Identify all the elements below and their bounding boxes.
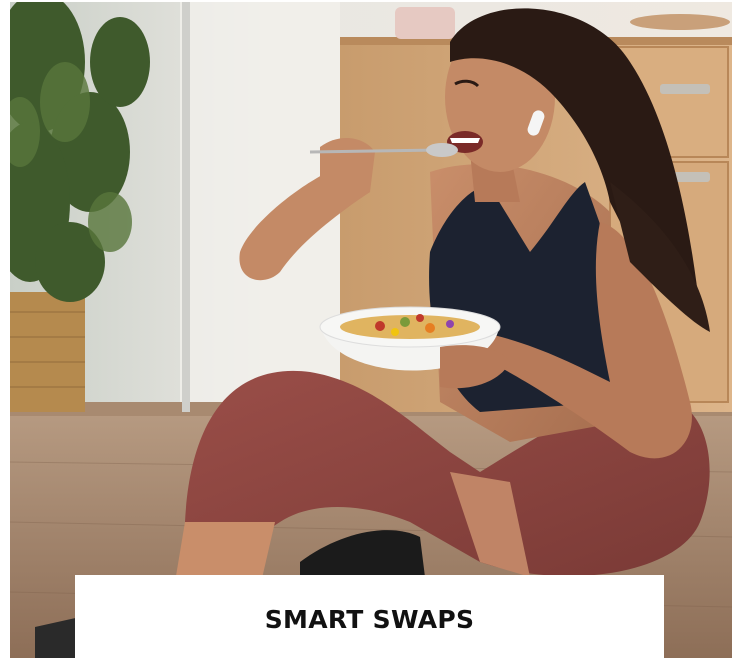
card-title[interactable]: SMART SWAPS	[265, 605, 475, 634]
promo-card[interactable]: SMART SWAPS	[0, 0, 741, 660]
caption-banner[interactable]: SMART SWAPS	[75, 575, 664, 660]
woman-eating-bowl-photo	[10, 2, 732, 658]
